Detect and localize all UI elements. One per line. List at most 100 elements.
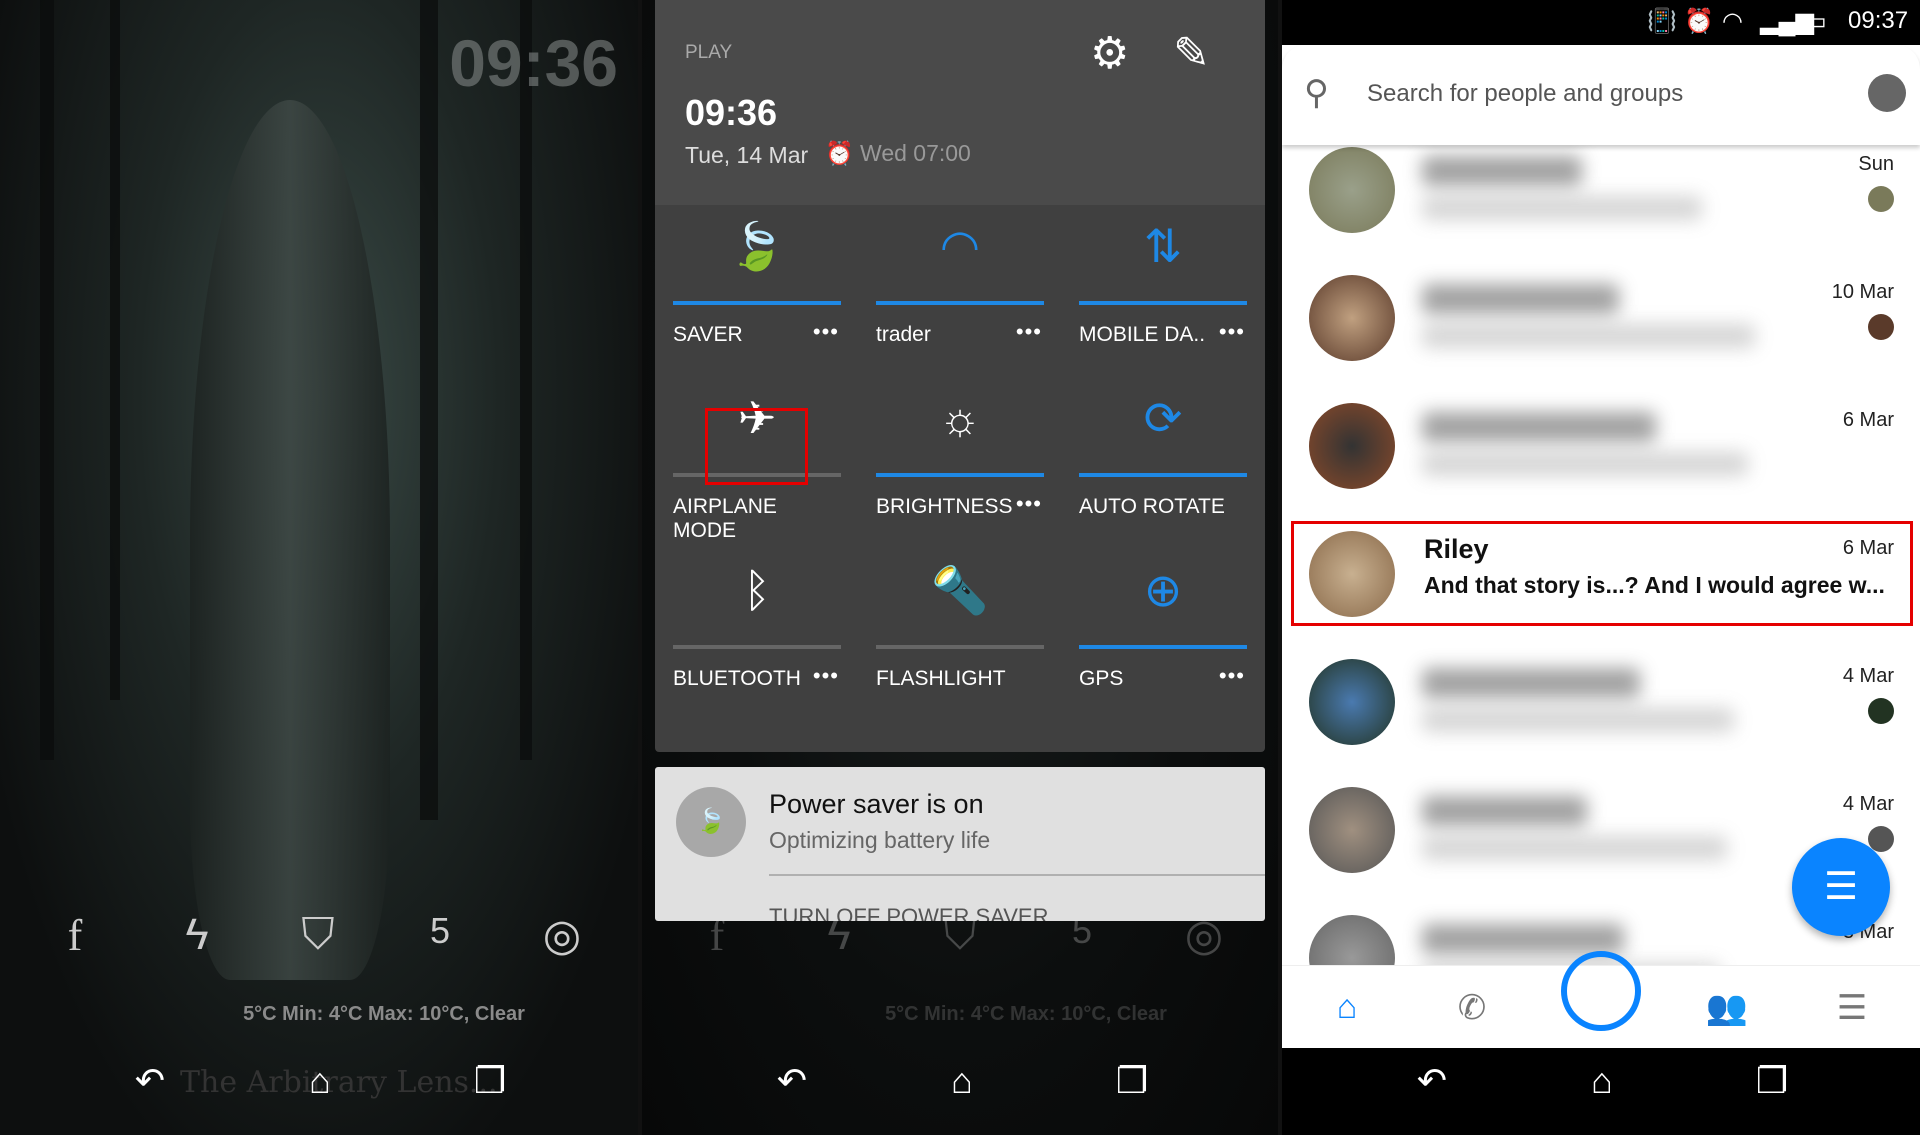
home-icon[interactable]: ⌂ [1317,988,1377,1027]
tile-saver[interactable]: 🍃 SAVER ••• [673,199,841,359]
conversation-row[interactable]: 10 Mar [1282,256,1920,380]
tile-state-bar [1079,645,1247,649]
bottom-tabs: ⌂ ✆ 👥 ☰ [1282,951,1920,1048]
notification-title: Power saver is on [769,789,984,819]
search-input[interactable]: Search for people and groups [1367,80,1683,108]
more-options-icon[interactable]: ••• [1219,663,1245,689]
more-options-icon[interactable]: ••• [1016,491,1042,517]
compose-icon: ☰ [1823,866,1859,908]
tile-label: SAVER [673,323,743,346]
lightning-icon[interactable]: ϟ [167,910,227,960]
tile-label: MOBILE DA.. [1079,323,1206,346]
tile-state-bar [876,645,1044,649]
tile-state-bar [876,301,1044,305]
battery-saver-icon: 🍃 [676,787,746,857]
back-icon[interactable]: ↶ [1402,1060,1462,1102]
five-icon[interactable]: 5 [410,910,470,952]
list-icon[interactable]: ☰ [1822,988,1882,1028]
tile-trader[interactable]: ◠ trader ••• [876,199,1044,359]
tree [520,0,532,760]
conversation-row[interactable]: 4 Mar [1282,640,1920,764]
status-bar: 📳 ⏰ ◠ ▂▄▆ ▭ 09:37 [1282,0,1920,45]
blurred-name [1422,156,1582,186]
home-icon[interactable]: ⌂ [1572,1060,1632,1102]
turn-off-power-saver-button[interactable]: TURN OFF POWER SAVER [769,904,1049,921]
mobile-data-icon: ⇅ [1143,220,1183,272]
more-options-icon[interactable]: ••• [813,319,839,345]
edit-icon[interactable]: ✎ [1173,28,1210,79]
home-icon[interactable]: ⌂ [290,1060,350,1102]
tile-flashlight[interactable]: 🔦 FLASHLIGHT [876,543,1044,703]
firefox-icon[interactable]: ◎ [532,910,592,961]
blurred-message [1422,324,1755,348]
new-message-button[interactable]: ☰ [1792,838,1890,936]
wifi-icon: ◠ [1722,8,1743,35]
tile-auto-rotate[interactable]: ⟳ AUTO ROTATE [1079,371,1247,531]
tile-label: AUTO ROTATE [1079,495,1225,518]
search-icon: ⚲ [1304,74,1329,112]
tile-label: GPS [1079,667,1124,690]
more-options-icon[interactable]: ••• [1016,319,1042,345]
flashlight-icon: 🔦 [931,564,989,616]
conversation-date: Sun [1858,153,1894,175]
avatar [1309,147,1395,233]
wallpaper-figure [190,100,390,980]
tree [40,0,54,760]
blurred-message [1422,452,1748,476]
read-receipt-avatar [1868,314,1894,340]
avatar [1309,787,1395,873]
tile-state-bar [1079,301,1247,305]
back-icon[interactable]: ↶ [120,1060,180,1102]
tile-state-bar [876,473,1044,477]
more-options-icon[interactable]: ••• [813,663,839,689]
home-icon[interactable]: ⌂ [932,1060,992,1102]
battery-saver-icon: 🍃 [728,220,786,272]
lockscreen-clock: 09:36 [449,26,618,100]
power-saver-notification[interactable]: 🍃 Power saver is on Optimizing battery l… [655,767,1265,921]
status-time: 09:37 [1848,7,1909,34]
phone-icon[interactable]: ✆ [1442,988,1502,1028]
blurred-name [1422,796,1587,826]
qs-date: Tue, 14 Mar [685,142,809,168]
qs-alarm[interactable]: ⏰ Wed 07:00 [825,140,971,167]
brightness-auto-icon: ☼ [938,392,982,444]
auto-rotate-icon: ⟳ [1143,392,1183,444]
messenger-panel: 📳 ⏰ ◠ ▂▄▆ ▭ 09:37 ⚲ Search for people an… [1282,0,1920,1135]
system-nav: ↶ ⌂ ❐ [642,1060,1278,1120]
facebook-icon[interactable]: f [45,910,105,961]
tile-bluetooth[interactable]: ᛒ BLUETOOTH ••• [673,543,841,703]
read-receipt-avatar [1868,186,1894,212]
search-bar[interactable]: ⚲ Search for people and groups [1282,45,1920,145]
tile-brightness[interactable]: ☼ BRIGHTNESS ••• [876,371,1044,531]
tile-mobile-da[interactable]: ⇅ MOBILE DA.. ••• [1079,199,1247,359]
recents-icon[interactable]: ❐ [1102,1060,1162,1102]
settings-gear-icon[interactable]: ⚙ [1090,28,1129,79]
conversation-date: 10 Mar [1831,281,1894,303]
blurred-name [1422,284,1619,314]
profile-icon[interactable] [1868,74,1906,112]
conversation-row[interactable]: 6 Mar [1282,384,1920,508]
app-dock: f ϟ ⛉ 5 ◎ [0,910,638,970]
people-icon[interactable]: 👥 [1697,988,1757,1028]
conversation-date: 4 Mar [1842,665,1894,687]
weather-text: 5°C Min: 4°C Max: 10°C, Clear [243,1003,525,1025]
recents-icon[interactable]: ❐ [1742,1060,1802,1102]
camera-button[interactable] [1561,951,1641,1031]
read-receipt-avatar [1868,698,1894,724]
system-nav: ↶ ⌂ ❐ [1282,1048,1920,1135]
tree [110,0,120,700]
weather-text: 5°C Min: 4°C Max: 10°C, Clear [885,1003,1167,1025]
blurred-name [1422,924,1624,954]
recents-icon[interactable]: ❐ [460,1060,520,1102]
carrier-name: PLAY [685,42,733,63]
battery-icon: ▭ [1804,8,1827,35]
tile-label: AIRPLANE MODE [673,495,777,542]
back-icon[interactable]: ↶ [762,1060,822,1102]
more-options-icon[interactable]: ••• [1219,319,1245,345]
blurred-message [1422,196,1702,220]
tile-label: BRIGHTNESS [876,495,1013,518]
shield-icon[interactable]: ⛉ [288,910,348,960]
gps-icon: ⊕ [1143,564,1183,616]
tile-gps[interactable]: ⊕ GPS ••• [1079,543,1247,703]
conversation-row[interactable]: Sun [1282,128,1920,252]
